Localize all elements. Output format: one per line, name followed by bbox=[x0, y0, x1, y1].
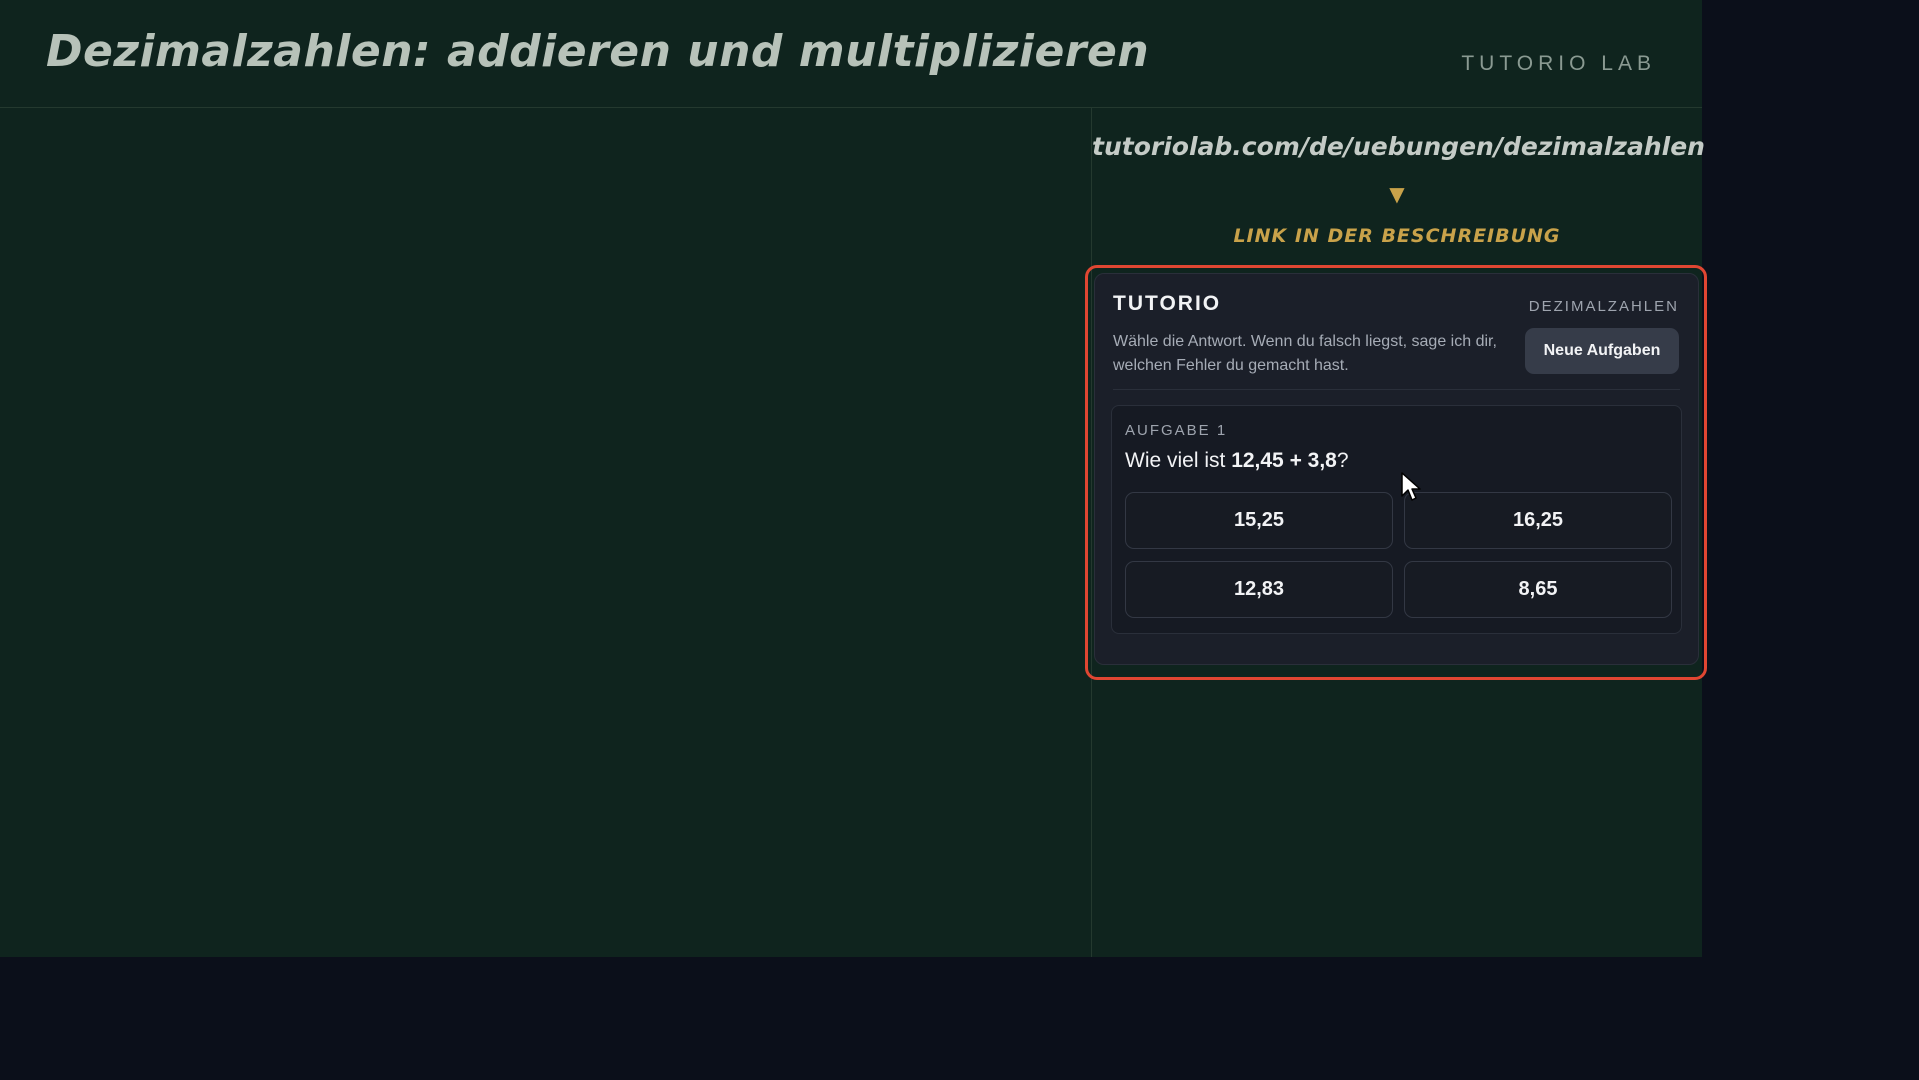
task-label: AUFGABE 1 bbox=[1125, 422, 1228, 439]
page-title: Dezimalzahlen: addieren und multiplizier… bbox=[46, 26, 1150, 77]
widget-topic: DEZIMALZAHLEN bbox=[1528, 298, 1679, 315]
link-hint: LINK IN DER BESCHREIBUNG bbox=[1233, 225, 1561, 247]
widget-description: Wähle die Antwort. Wenn du falsch liegst… bbox=[1113, 333, 1497, 374]
question-prefix: Wie viel ist bbox=[1125, 449, 1232, 472]
widget-separator bbox=[1113, 389, 1680, 390]
answer-option-2[interactable]: 16,25 bbox=[1404, 492, 1672, 549]
task-card: AUFGABE 1 Wie viel ist 12,45 + 3,8? 15,2… bbox=[1111, 405, 1682, 634]
widget-brand: TUTORIO bbox=[1113, 292, 1222, 315]
header-bar: Dezimalzahlen: addieren und multiplizier… bbox=[0, 0, 1702, 108]
url-text: tutoriolab.com/de/uebungen/dezimalzahlen bbox=[1092, 132, 1705, 161]
answer-option-4[interactable]: 8,65 bbox=[1404, 561, 1672, 618]
question-expression: 12,45 + 3,8 bbox=[1231, 449, 1337, 472]
new-tasks-button[interactable]: Neue Aufgaben bbox=[1525, 328, 1679, 374]
mouse-pointer-icon bbox=[1401, 472, 1421, 501]
tutorio-widget: TUTORIO DEZIMALZAHLEN Wähle die Antwort.… bbox=[1094, 273, 1699, 665]
task-question: Wie viel ist 12,45 + 3,8? bbox=[1125, 449, 1349, 473]
triangle-down-icon: ▼ bbox=[1389, 182, 1405, 206]
question-suffix: ? bbox=[1336, 449, 1349, 472]
answer-option-1[interactable]: 15,25 bbox=[1125, 492, 1393, 549]
answer-option-3[interactable]: 12,83 bbox=[1125, 561, 1393, 618]
brand-label: TUTORIO LAB bbox=[1461, 52, 1656, 75]
